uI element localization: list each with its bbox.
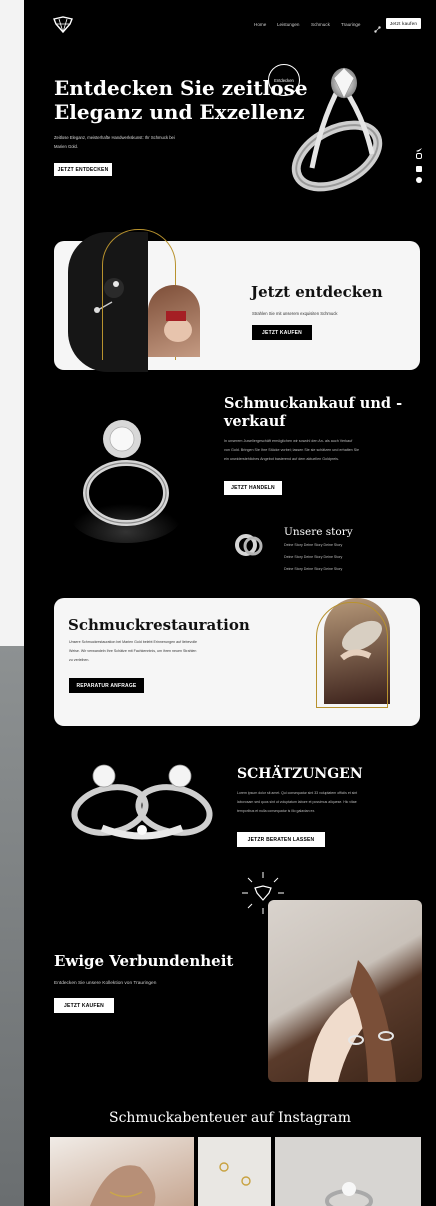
instagram-photo-2[interactable] (198, 1137, 271, 1206)
story-line-2: Deine Story Deine Story Deine Story (284, 555, 343, 559)
restoration-request-button[interactable]: REPARATUR ANFRAGE (69, 678, 144, 693)
restoration-text-line1: Unsere Schmuckrestauration bei Marien Go… (69, 640, 198, 644)
website-page: Home Leistungen Schmuck Trauringe Jetzt … (24, 0, 436, 1206)
trade-text-line3: ein unwiderstehliches Angebot basierend … (224, 457, 339, 461)
discover-title: Jetzt entdecken (251, 283, 383, 301)
story-image (234, 530, 264, 560)
trade-title-line1: Schmuckankauf und - (224, 395, 403, 412)
facebook-icon[interactable] (416, 177, 422, 183)
appraisal-text-line2: laborosam sed quos sint ut voluptatum la… (237, 800, 357, 804)
gold-arch-outline-2 (316, 602, 388, 708)
discover-buy-button[interactable]: JETZT KAUFEN (252, 325, 312, 340)
nav-leistungen[interactable]: Leistungen (277, 22, 299, 27)
trade-text-line1: In unserem Juweliergeschäft ermöglichen … (224, 439, 353, 443)
story-title: Unsere story (284, 526, 353, 538)
nav-cta-button[interactable]: Jetzt kaufen (386, 18, 421, 29)
trade-title: Schmuckankauf und - verkauf (224, 395, 402, 431)
ring-box-photo (148, 285, 200, 357)
trade-button[interactable]: JETZT HANDELN (224, 481, 282, 495)
restoration-title: Schmuckrestauration (68, 616, 250, 634)
bond-title: Ewige Verbundenheit (54, 952, 234, 970)
appraisal-text-line3: temporibus et nulla consequatur is illo … (237, 809, 316, 813)
wedding-hands-photo (268, 900, 422, 1082)
trade-text: In unserem Juweliergeschäft ermöglichen … (224, 437, 359, 464)
trade-title-line2: verkauf (224, 413, 286, 430)
youtube-icon[interactable] (416, 166, 422, 172)
restoration-text-line3: zu verleihen. (69, 658, 90, 662)
twitter-icon[interactable] (416, 140, 422, 152)
instagram-photo-3[interactable] (275, 1137, 421, 1206)
share-icon[interactable] (374, 20, 381, 33)
appraisal-title: SCHÄTZUNGEN (237, 766, 363, 782)
bond-buy-button[interactable]: JETZT KAUFEN (54, 998, 114, 1013)
hero-subtitle: Zeitlose Eleganz, meisterhafte Handwerks… (54, 133, 175, 151)
hero-title-line2: Eleganz und Exzellenz (54, 100, 305, 124)
logo-icon[interactable] (52, 16, 74, 34)
appraisal-rings-image (62, 758, 222, 844)
instagram-icon[interactable] (416, 153, 422, 159)
instagram-title: Schmuckabenteuer auf Instagram (108, 1110, 351, 1126)
story-line-1: Deine Story Deine Story Deine Story (284, 543, 343, 547)
hero-subtitle-line2: Marien Gold. (54, 144, 78, 149)
restoration-text-line2: Weise. Wir verwandeln Ihre Schätze mit F… (69, 649, 197, 653)
appraisal-text: Lorem ipsum dolor sit amet. Qui consequa… (237, 789, 357, 816)
nav-home[interactable]: Home (254, 22, 266, 27)
instagram-photo-1[interactable] (50, 1137, 194, 1206)
story-line-3: Deine Story Deine Story Deine Story (284, 567, 343, 571)
appraisal-text-line1: Lorem ipsum dolor sit amet. Qui consequa… (237, 791, 358, 795)
bond-text: Entdecken Sie unsere Kollektion von Trau… (54, 981, 157, 986)
restoration-text: Unsere Schmuckrestauration bei Marien Go… (69, 638, 197, 665)
trade-ring-image (64, 405, 184, 545)
hero-discover-button[interactable]: JETZT ENTDECKEN (54, 163, 112, 176)
appraisal-consult-button[interactable]: JETZR BERATEN LASSEN (237, 832, 325, 847)
discover-text: Strahlen Sie mit unserem exquisiten Schm… (252, 311, 338, 316)
nav-trauringe[interactable]: Trauringe (341, 22, 361, 27)
hero-ring-image (282, 58, 394, 198)
trade-text-line2: von Gold. Bringen Sie Ihre Stücke vorbei… (224, 448, 360, 452)
hero-subtitle-line1: Zeitlose Eleganz, meisterhafte Handwerks… (54, 135, 175, 140)
nav-schmuck[interactable]: Schmuck (311, 22, 330, 27)
social-bar (416, 140, 424, 183)
